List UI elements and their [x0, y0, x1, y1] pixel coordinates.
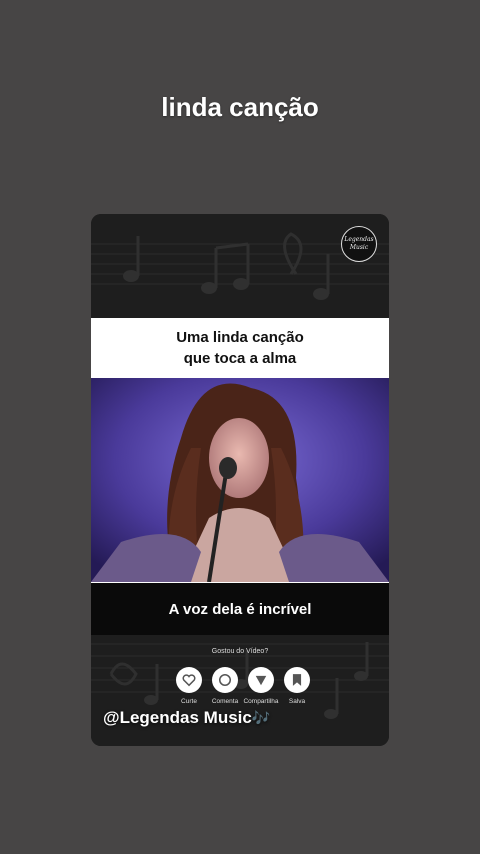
video-card[interactable]: Legendas Music Uma linda canção que toca… — [91, 214, 389, 746]
feedback-prompt: Gostou do Vídeo? — [211, 648, 269, 655]
music-notes-icon: 🎶 — [251, 710, 271, 727]
bookmark-icon[interactable] — [284, 667, 310, 693]
bottom-caption: A voz dela é incrível — [91, 582, 389, 635]
save-label: Salva — [288, 698, 306, 705]
top-caption-line2: que toca a alma — [183, 350, 297, 367]
comment-icon[interactable] — [212, 667, 238, 693]
channel-handle[interactable]: @Legendas Music🎶 — [103, 708, 271, 728]
action-bar: Curte Comenta Compartilha Salva — [171, 667, 311, 707]
logo-line1: Legendas — [344, 236, 374, 243]
heart-icon[interactable] — [176, 667, 202, 693]
save-action[interactable]: Salva — [279, 667, 315, 705]
story-title: linda canção — [161, 92, 319, 122]
top-caption: Uma linda canção que toca a alma — [91, 318, 389, 378]
channel-logo: Legendas Music — [341, 226, 377, 262]
video-player[interactable] — [91, 378, 389, 582]
share-icon[interactable] — [248, 667, 274, 693]
logo-line2: Music — [349, 244, 369, 251]
handle-text: @Legendas Music — [103, 708, 252, 727]
top-caption-line1: Uma linda canção — [176, 329, 304, 346]
singer-video-frame — [91, 378, 389, 582]
